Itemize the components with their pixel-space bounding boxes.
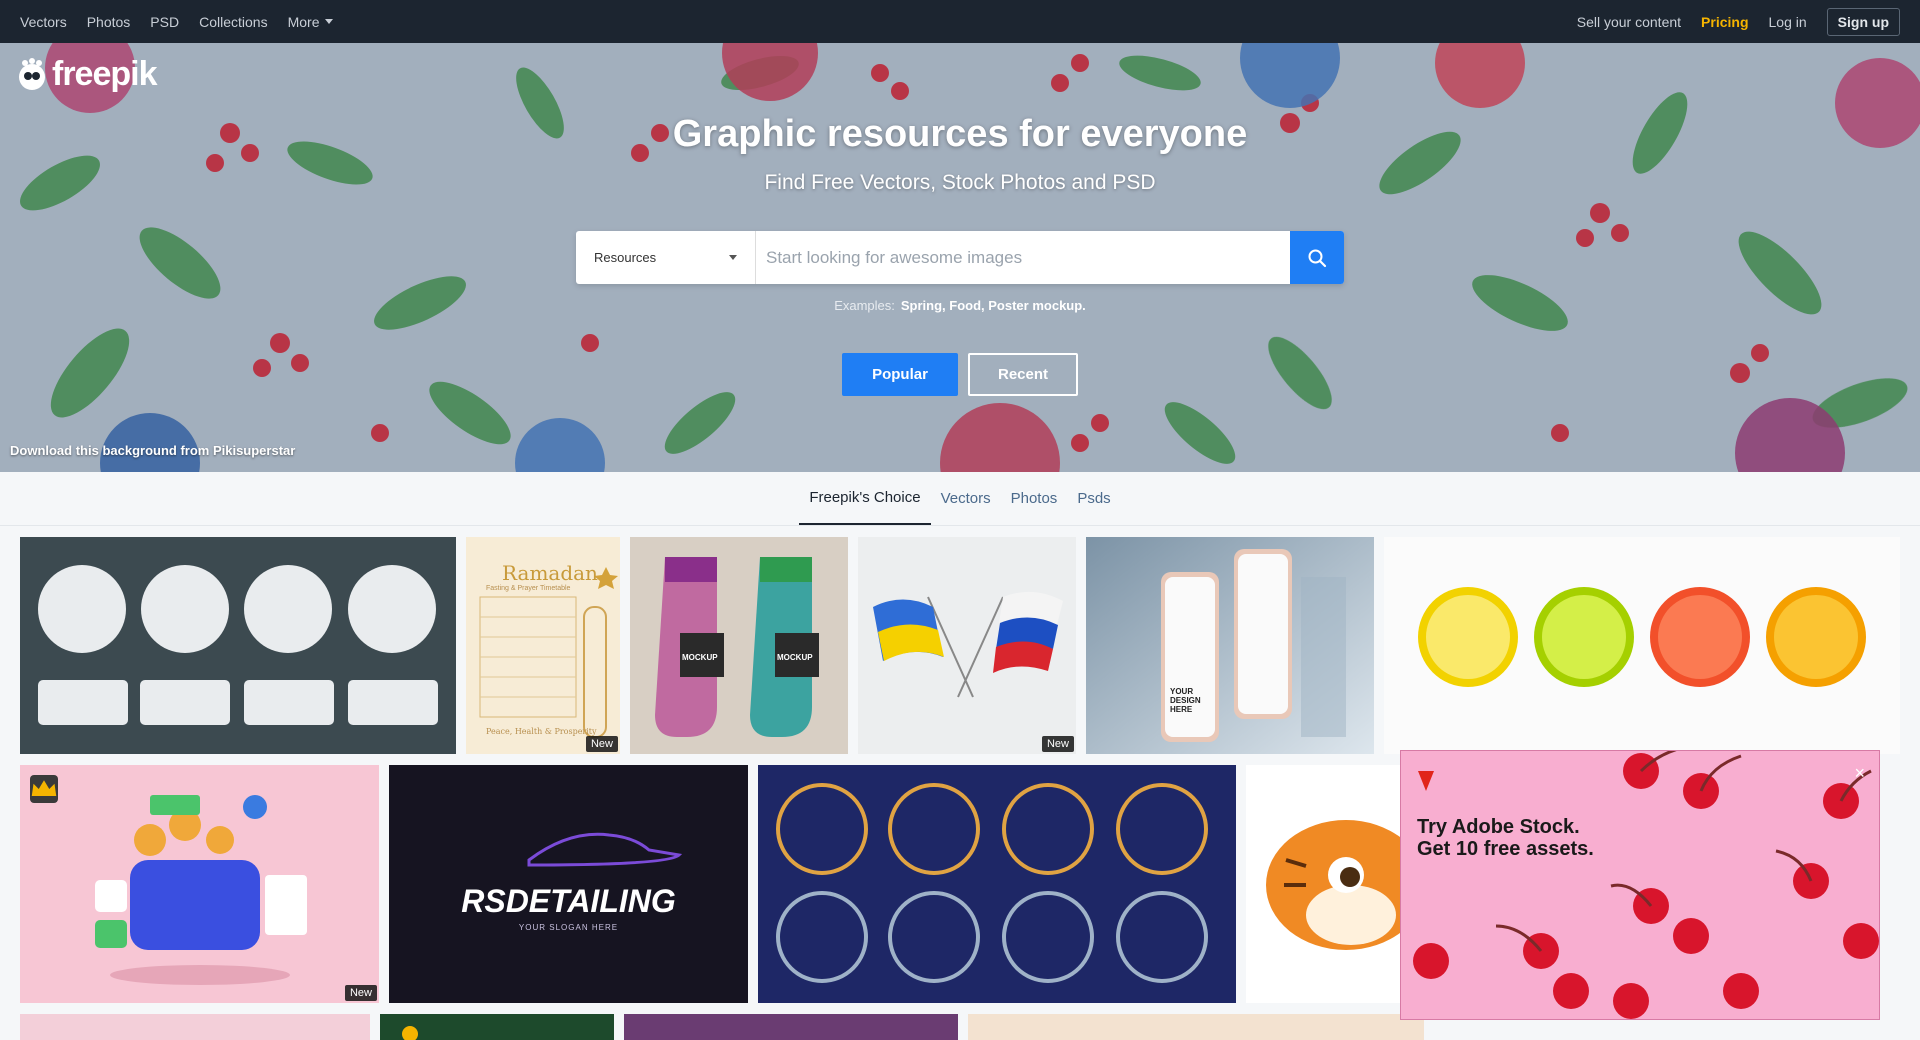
new-badge: New: [1041, 736, 1074, 752]
ramadan-subtitle: Fasting & Prayer Timetable: [486, 585, 571, 592]
rs-detailing-slogan: YOUR SLOGAN HERE: [518, 923, 619, 932]
tiger-cartoon-image: [1246, 765, 1406, 1003]
tile-tiger-cartoon[interactable]: [1246, 765, 1406, 1003]
top-navigation: Vectors Photos PSD Collections More Sell…: [0, 0, 1920, 43]
hero-title: Graphic resources for everyone: [672, 113, 1248, 155]
nav-more-label: More: [287, 13, 320, 30]
new-badge: New: [585, 736, 618, 752]
nav-psd[interactable]: PSD: [150, 14, 179, 30]
freepik-logo-text: freepik: [52, 55, 157, 93]
sock-mockup-label-right: MOCKUP: [777, 653, 813, 662]
search-examples: Examples: Spring, Food, Poster mockup.: [0, 298, 1920, 313]
sock-mockup-label-left: MOCKUP: [682, 653, 718, 662]
ad-headline: Try Adobe Stock. Get 10 free assets.: [1417, 816, 1594, 860]
phone-mockup-image: [1086, 537, 1374, 754]
citrus-slices-image: [1384, 537, 1900, 754]
nav-photos[interactable]: Photos: [87, 14, 131, 30]
phone-design-text: YOUR DESIGN HERE: [1170, 687, 1201, 714]
sort-buttons: Popular Recent: [0, 353, 1920, 396]
socks-mockup-image: [630, 537, 848, 754]
tile-paper-stickers[interactable]: [20, 537, 456, 754]
topnav-left: Vectors Photos PSD Collections More: [20, 14, 353, 30]
ad-headline-line-1: Try Adobe Stock.: [1417, 816, 1580, 838]
tile-phone-mockup[interactable]: YOUR DESIGN HERE: [1086, 537, 1374, 754]
popular-button[interactable]: Popular: [842, 353, 958, 396]
resource-type-value: Resources: [594, 250, 657, 265]
nav-more[interactable]: More: [288, 14, 334, 30]
category-tabs: Freepik's Choice Vectors Photos Psds: [0, 472, 1920, 526]
close-icon[interactable]: ×: [1854, 763, 1865, 784]
pricing-link[interactable]: Pricing: [1701, 14, 1748, 30]
search-input[interactable]: [756, 231, 1290, 284]
resource-type-dropdown[interactable]: Resources: [576, 231, 756, 284]
ukraine-russia-flags-image: [858, 537, 1076, 754]
tile-citrus-slices[interactable]: [1384, 537, 1900, 754]
tab-freepiks-choice[interactable]: Freepik's Choice: [799, 472, 931, 525]
hero-banner: freepik Graphic resources for everyone F…: [0, 43, 1920, 472]
search-button[interactable]: [1290, 231, 1344, 284]
examples-label: Examples:: [834, 298, 895, 313]
tab-vectors[interactable]: Vectors: [931, 472, 1001, 525]
tile-wallet-3d[interactable]: New: [20, 765, 379, 1003]
freepik-logo-icon: [19, 57, 45, 90]
tab-psds[interactable]: Psds: [1067, 472, 1120, 525]
tile-flags[interactable]: New: [858, 537, 1076, 754]
paper-stickers-image: [20, 537, 456, 754]
tile-row3-2[interactable]: [380, 1014, 614, 1040]
ramadan-title: Ramadan: [502, 561, 598, 585]
freepik-logo[interactable]: freepik: [14, 55, 157, 94]
recent-button[interactable]: Recent: [968, 353, 1078, 396]
signup-button[interactable]: Sign up: [1826, 7, 1900, 36]
premium-crown-icon: [30, 775, 58, 803]
sell-content-link[interactable]: Sell your content: [1577, 14, 1681, 30]
cherries-pattern-image: [1401, 751, 1879, 1019]
nav-vectors[interactable]: Vectors: [20, 14, 67, 30]
chevron-down-icon: [325, 19, 334, 24]
tile-row3-4[interactable]: [968, 1014, 1424, 1040]
nav-collections[interactable]: Collections: [199, 14, 267, 30]
tile-ramadan-timetable[interactable]: Ramadan Fasting & Prayer Timetable Peace…: [466, 537, 620, 754]
search-icon: [1308, 249, 1327, 267]
examples-links[interactable]: Spring, Food, Poster mockup.: [901, 298, 1086, 313]
tab-photos[interactable]: Photos: [1001, 472, 1068, 525]
search-bar: Resources: [576, 231, 1344, 284]
tile-row3-3[interactable]: [624, 1014, 958, 1040]
adobe-logo-icon: [1418, 771, 1434, 791]
tile-rs-detailing-logo[interactable]: RSDETAILING YOUR SLOGAN HERE: [389, 765, 748, 1003]
wallet-finance-image: [20, 765, 379, 1003]
tile-game-frames[interactable]: [758, 765, 1236, 1003]
ramadan-footer: Peace, Health & Prosperity: [486, 727, 597, 736]
login-link[interactable]: Log in: [1769, 14, 1807, 30]
tile-socks-mockup[interactable]: MOCKUP MOCKUP: [630, 537, 848, 754]
green-poster-image: [380, 1014, 614, 1040]
party-illustration-image: [968, 1014, 1424, 1040]
ad-headline-line-2: Get 10 free assets.: [1417, 838, 1594, 860]
new-badge: New: [344, 985, 377, 1001]
background-credit-link[interactable]: Download this background from Pikisupers…: [10, 443, 295, 458]
round-game-frames-image: [758, 765, 1236, 1003]
purple-illustration-image: [624, 1014, 958, 1040]
topnav-right: Sell your content Pricing Log in Sign up: [1557, 7, 1900, 36]
tile-row3-1[interactable]: [20, 1014, 370, 1040]
chevron-down-icon: [729, 255, 737, 260]
hero-subtitle: Find Free Vectors, Stock Photos and PSD: [764, 171, 1156, 194]
pink-illustration-image: [20, 1014, 370, 1040]
rs-detailing-brand: RSDETAILING: [461, 883, 676, 919]
adobe-stock-ad[interactable]: Try Adobe Stock. Get 10 free assets. ×: [1400, 750, 1880, 1020]
